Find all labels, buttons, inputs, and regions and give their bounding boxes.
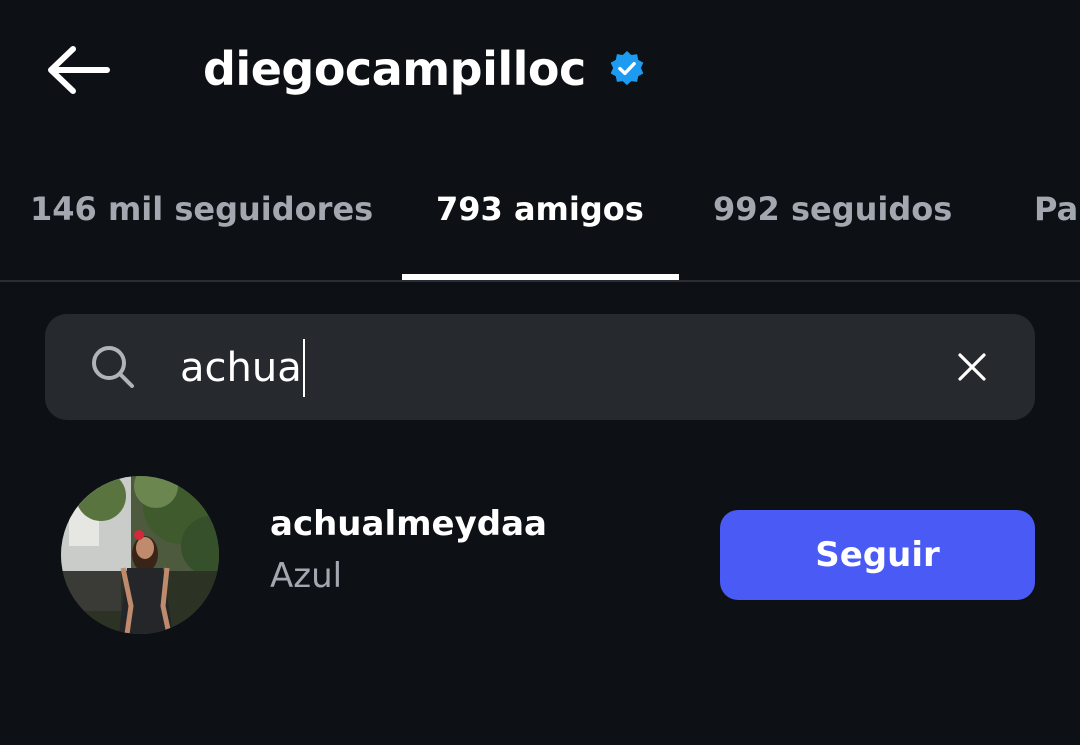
close-icon [958,353,986,381]
tabs-bar: 146 mil seguidores 793 amigos 992 seguid… [0,150,1080,280]
search-icon [92,346,134,388]
list-item[interactable]: achualmeydaa Azul Seguir [0,470,1080,640]
back-button[interactable] [40,38,116,102]
header: diegocampilloc [0,0,1080,140]
search-input[interactable]: achua [180,336,920,400]
text-caret [302,339,305,397]
avatar[interactable] [61,476,219,634]
verified-badge-icon [608,50,646,88]
follow-button[interactable]: Seguir [720,510,1035,600]
result-subtitle: Azul [270,556,343,596]
tab-seguidos[interactable]: 992 seguidos [713,190,952,228]
tabs-divider [0,280,1080,282]
tab-partial[interactable]: Pa [1034,190,1078,228]
avatar-photo [61,476,219,634]
title-wrap: diegocampilloc [203,34,646,104]
tab-seguidores[interactable]: 146 mil seguidores [30,190,373,228]
profile-username-title: diegocampilloc [203,42,586,96]
search-input-value: achua [180,345,302,391]
arrow-left-icon [48,46,110,94]
clear-search-button[interactable] [945,340,999,394]
search-bar[interactable]: achua [45,314,1035,420]
result-username[interactable]: achualmeydaa [270,504,547,544]
tab-amigos[interactable]: 793 amigos [436,190,644,228]
